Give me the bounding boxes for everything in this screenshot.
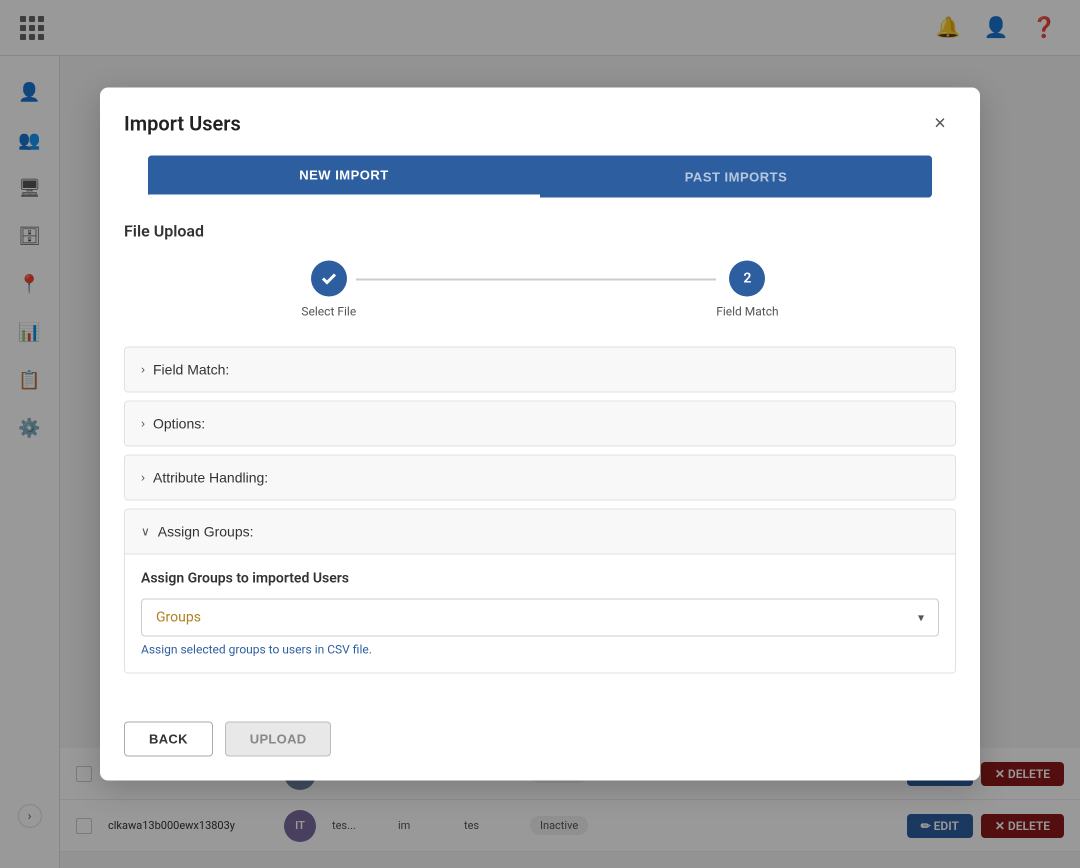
upload-button[interactable]: UPLOAD xyxy=(225,722,332,757)
groups-dropdown[interactable]: Groups ▾ xyxy=(141,599,939,637)
accordion-attribute-handling-header[interactable]: › Attribute Handling: xyxy=(125,456,955,500)
tab-new-import[interactable]: NEW IMPORT xyxy=(148,156,540,198)
modal-footer: BACK UPLOAD xyxy=(100,706,980,781)
step-label-2: Field Match xyxy=(716,305,778,319)
modal-tabs: NEW IMPORT PAST IMPORTS xyxy=(148,156,932,198)
file-upload-title: File Upload xyxy=(124,222,956,241)
back-button[interactable]: BACK xyxy=(124,722,213,757)
modal-title: Import Users xyxy=(124,112,241,136)
accordion-options-label: Options: xyxy=(153,416,205,432)
accordion-options: › Options: xyxy=(124,401,956,447)
checkmark-icon xyxy=(321,271,337,287)
accordion-assign-groups-body: Assign Groups to imported Users Groups ▾… xyxy=(125,554,955,673)
accordion-assign-groups-label: Assign Groups: xyxy=(158,524,254,540)
groups-hint-text: Assign selected groups to users in CSV f… xyxy=(141,643,939,657)
chevron-down-icon: ∨ xyxy=(141,525,150,539)
accordion-attribute-handling-label: Attribute Handling: xyxy=(153,470,268,486)
accordion-options-header[interactable]: › Options: xyxy=(125,402,955,446)
chevron-right-icon: › xyxy=(141,417,145,431)
step-circle-2: 2 xyxy=(729,261,765,297)
step-label-1: Select File xyxy=(301,305,356,319)
accordion-field-match: › Field Match: xyxy=(124,347,956,393)
modal-body: File Upload Select File 2 Field Match › xyxy=(100,198,980,706)
step-circle-1 xyxy=(311,261,347,297)
stepper: Select File 2 Field Match xyxy=(124,261,956,319)
accordion-assign-groups-header[interactable]: ∨ Assign Groups: xyxy=(125,510,955,554)
tab-past-imports[interactable]: PAST IMPORTS xyxy=(540,156,932,198)
assign-groups-label: Assign Groups to imported Users xyxy=(141,571,939,587)
modal-close-button[interactable]: × xyxy=(924,108,956,140)
dropdown-arrow-icon: ▾ xyxy=(918,611,924,625)
step-select-file: Select File xyxy=(301,261,356,319)
chevron-right-icon: › xyxy=(141,471,145,485)
modal-header: Import Users × xyxy=(100,88,980,156)
chevron-right-icon: › xyxy=(141,363,145,377)
step-connector xyxy=(356,279,716,281)
accordion-assign-groups: ∨ Assign Groups: Assign Groups to import… xyxy=(124,509,956,674)
accordion-field-match-header[interactable]: › Field Match: xyxy=(125,348,955,392)
import-users-modal: Import Users × NEW IMPORT PAST IMPORTS F… xyxy=(100,88,980,781)
accordion-field-match-label: Field Match: xyxy=(153,362,229,378)
accordion-attribute-handling: › Attribute Handling: xyxy=(124,455,956,501)
step-field-match: 2 Field Match xyxy=(716,261,778,319)
groups-placeholder: Groups xyxy=(156,610,201,626)
